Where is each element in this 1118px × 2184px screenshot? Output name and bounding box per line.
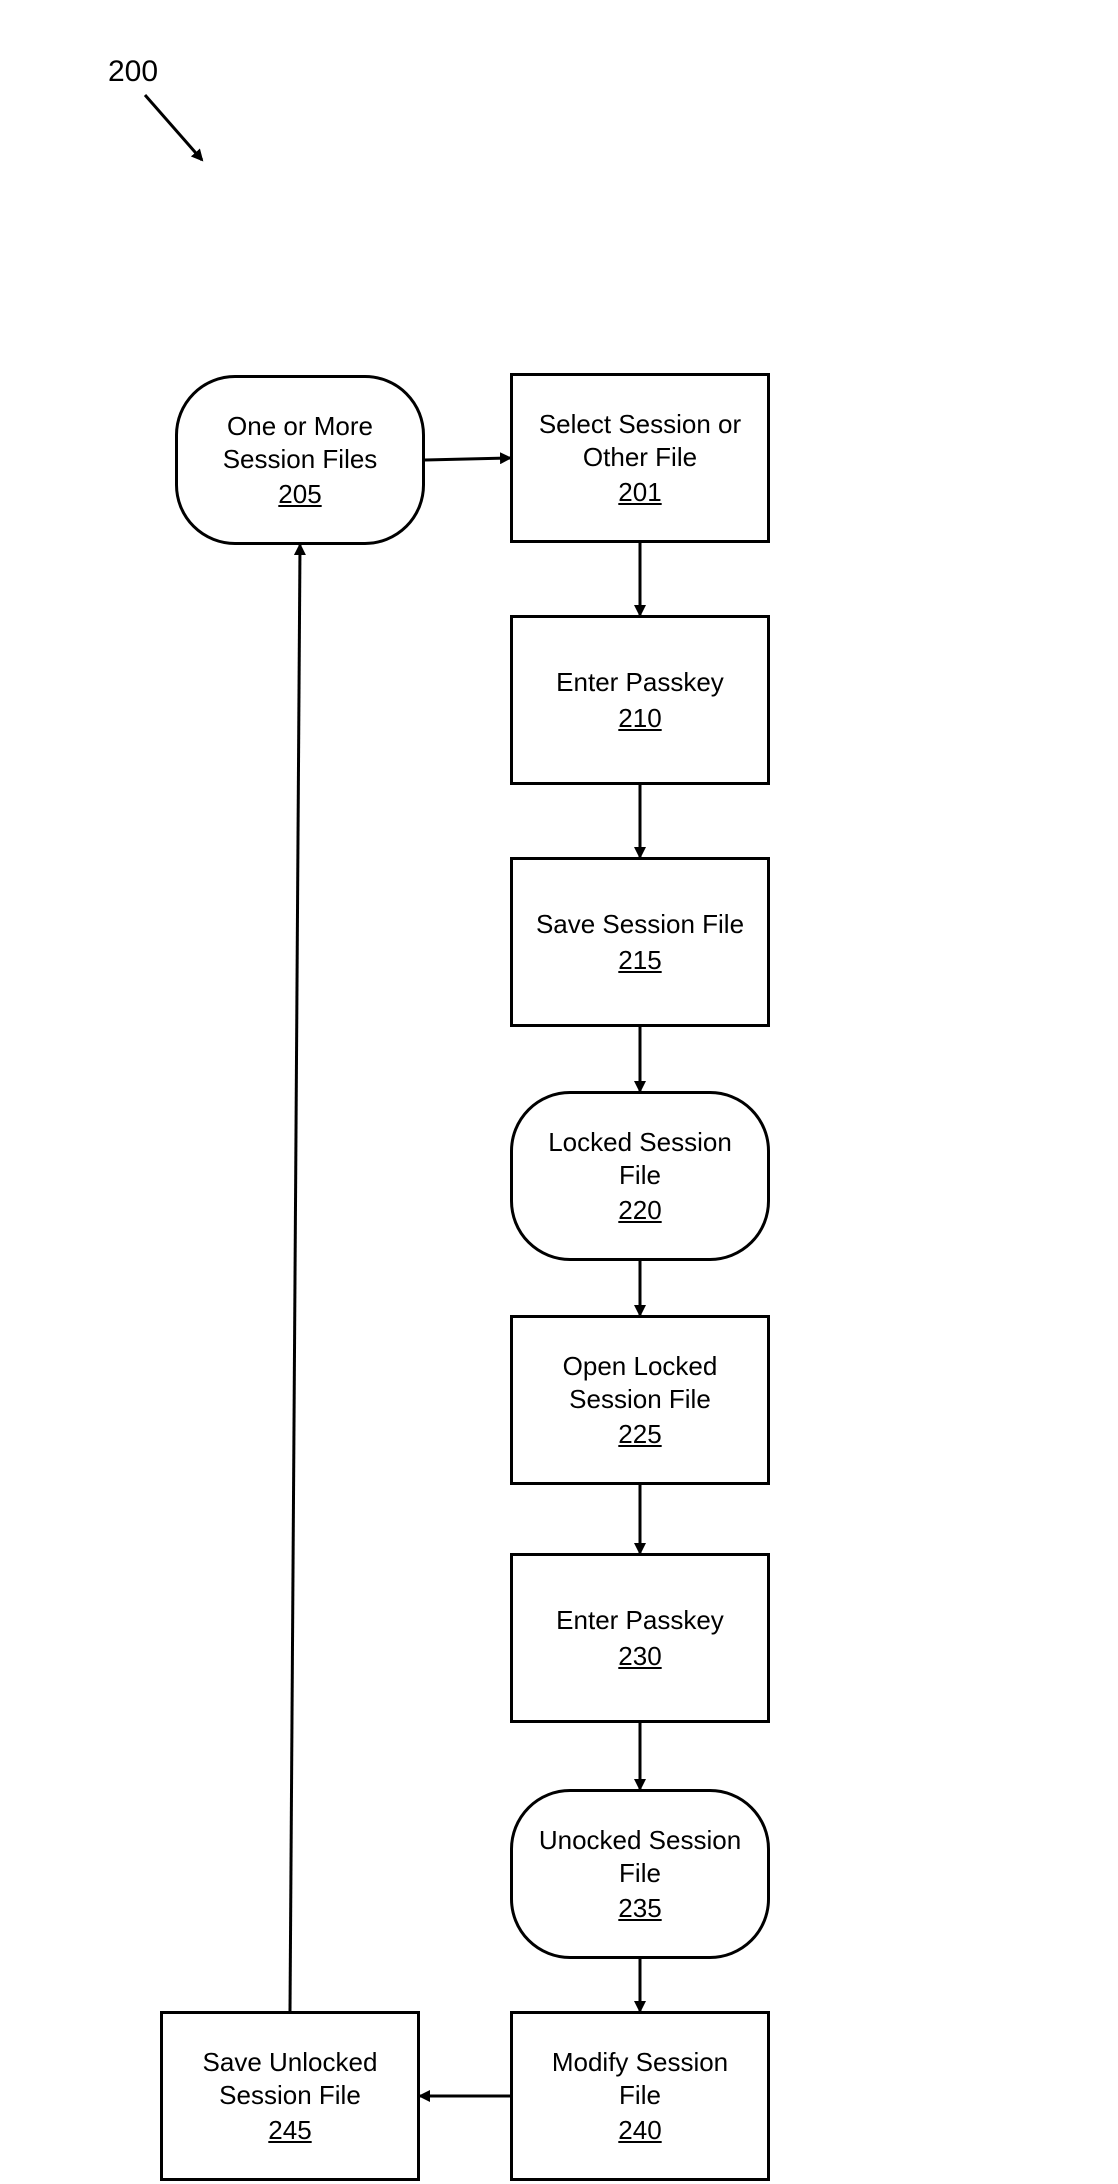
- node-label: Unocked Session File: [539, 1824, 741, 1889]
- node-label: Locked Session File: [548, 1126, 732, 1191]
- flow-node-205: One or More Session Files 205: [175, 375, 425, 545]
- flow-node-235: Unocked Session File 235: [510, 1789, 770, 1959]
- flow-node-225: Open Locked Session File 225: [510, 1315, 770, 1485]
- node-label: Select Session or Other File: [539, 408, 741, 473]
- flow-node-210: Enter Passkey 210: [510, 615, 770, 785]
- node-ref: 225: [618, 1419, 661, 1450]
- node-ref: 201: [618, 477, 661, 508]
- flow-node-245: Save Unlocked Session File 245: [160, 2011, 420, 2181]
- flow-node-230: Enter Passkey 230: [510, 1553, 770, 1723]
- node-ref: 240: [618, 2115, 661, 2146]
- flow-node-220: Locked Session File 220: [510, 1091, 770, 1261]
- node-ref: 210: [618, 703, 661, 734]
- figure-reference-label: 200: [108, 55, 158, 89]
- node-label: One or More Session Files: [223, 410, 378, 475]
- node-label: Save Session File: [536, 908, 744, 941]
- flow-node-215: Save Session File 215: [510, 857, 770, 1027]
- diagram-canvas: 200 One or More Session Files 205 Select S…: [0, 0, 1118, 2184]
- node-label: Modify Session File: [552, 2046, 728, 2111]
- node-ref: 205: [278, 479, 321, 510]
- flow-node-240: Modify Session File 240: [510, 2011, 770, 2181]
- node-ref: 230: [618, 1641, 661, 1672]
- node-label: Enter Passkey: [556, 1604, 724, 1637]
- node-ref: 245: [268, 2115, 311, 2146]
- node-label: Enter Passkey: [556, 666, 724, 699]
- node-label: Save Unlocked Session File: [203, 2046, 378, 2111]
- node-ref: 235: [618, 1893, 661, 1924]
- node-ref: 215: [618, 945, 661, 976]
- node-ref: 220: [618, 1195, 661, 1226]
- flow-node-201: Select Session or Other File 201: [510, 373, 770, 543]
- node-label: Open Locked Session File: [563, 1350, 718, 1415]
